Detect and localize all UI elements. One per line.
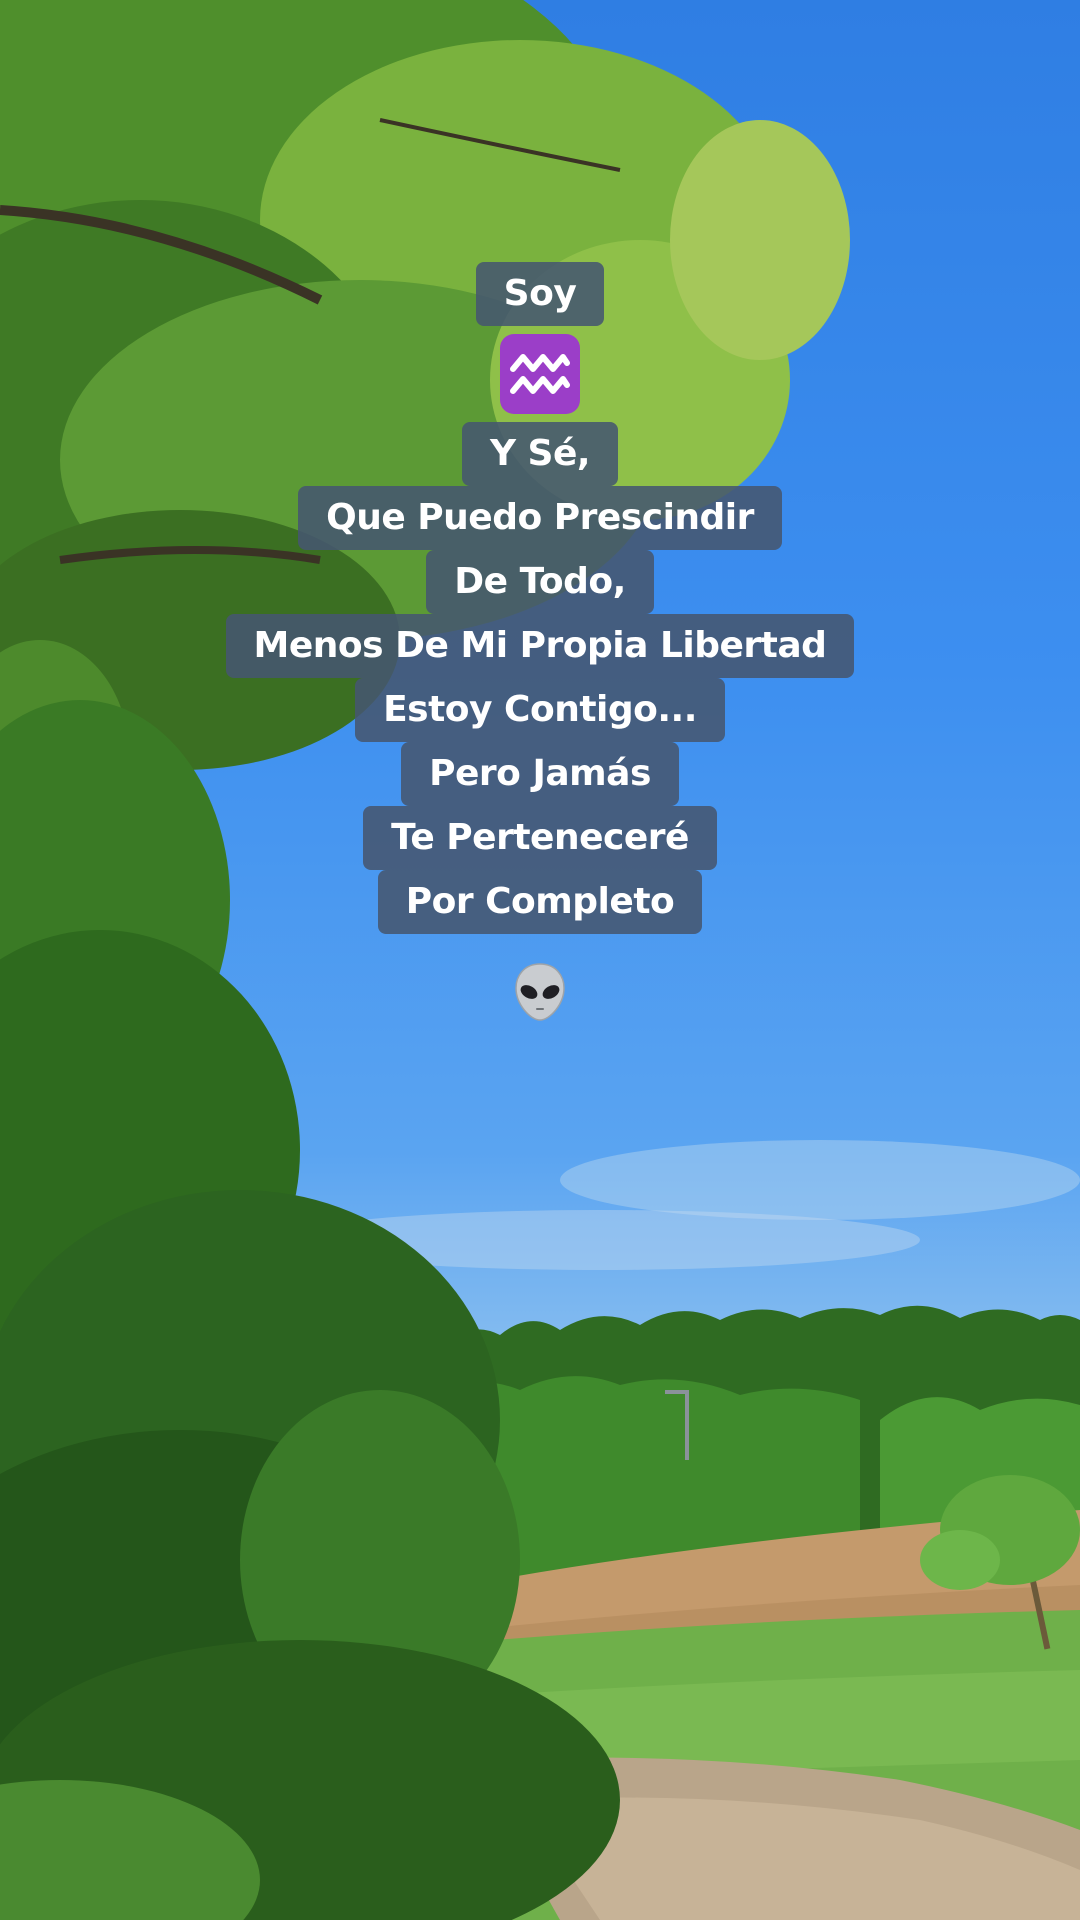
zodiac-row xyxy=(500,326,580,422)
caption-stack: Soy Y Sé, Que Puedo Prescindir De Todo, … xyxy=(0,262,1080,1024)
caption-line-prescindir: Que Puedo Prescindir xyxy=(298,486,782,550)
caption-line-completo: Por Completo xyxy=(377,870,703,934)
caption-line-perteneceré: Te Perteneceré xyxy=(363,806,717,870)
caption-line-de-todo: De Todo, xyxy=(426,550,654,614)
caption-line-libertad: Menos De Mi Propia Libertad xyxy=(225,614,855,678)
aquarius-icon xyxy=(500,334,580,414)
caption-line-soy: Soy xyxy=(475,262,605,326)
caption-line-jamas: Pero Jamás xyxy=(401,742,679,806)
alien-row xyxy=(512,960,568,1024)
caption-line-y-se: Y Sé, xyxy=(461,422,619,486)
caption-line-contigo: Estoy Contigo... xyxy=(355,678,725,742)
alien-icon xyxy=(515,963,565,1021)
